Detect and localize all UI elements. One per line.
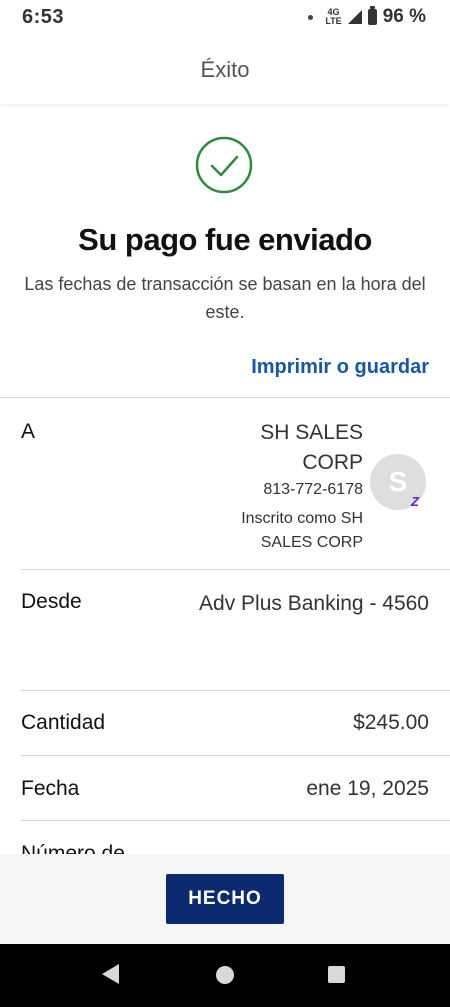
print-or-save-link[interactable]: Imprimir o guardar: [251, 356, 429, 379]
divider: [21, 820, 450, 821]
page-title: Éxito: [200, 57, 250, 82]
status-time: 6:53: [22, 6, 65, 28]
network-subtype: LTE: [325, 16, 342, 26]
amount-value: $245.00: [353, 711, 429, 734]
success-check-icon: [195, 136, 253, 194]
app-header: Éxito: [0, 36, 450, 104]
amount-label: Cantidad: [21, 711, 106, 734]
recipient-name: SH SALES CORP: [260, 421, 363, 474]
recent-apps-icon[interactable]: [328, 966, 345, 983]
confirmation-section: Su pago fue enviado Las fechas de transa…: [0, 104, 450, 396]
divider: [21, 569, 450, 570]
notification-dot-icon: [308, 14, 314, 20]
avatar-initial: S: [388, 466, 408, 497]
signal-icon: [347, 10, 362, 24]
date-value: ene 19, 2025: [306, 777, 429, 800]
confirmation-number-label: Número de: [21, 842, 125, 854]
system-navigation-bar: [0, 944, 450, 1007]
zelle-badge-icon: Z: [411, 494, 419, 509]
footer: HECHO: [0, 854, 450, 944]
from-account: Adv Plus Banking - 4560: [199, 592, 429, 615]
battery-icon: [367, 6, 377, 25]
battery-level: 96 %: [382, 6, 426, 27]
status-icons: 4G LTE 96 %: [308, 6, 426, 28]
divider: [0, 397, 450, 398]
recipient-enrolled-as: Inscrito como SH SALES CORP: [241, 510, 363, 551]
divider: [21, 690, 450, 691]
back-icon[interactable]: [102, 964, 119, 984]
to-label: A: [21, 420, 36, 443]
confirmation-headline: Su pago fue enviado: [78, 222, 372, 257]
status-bar: 6:53 4G LTE 96 %: [0, 0, 450, 36]
from-label: Desde: [21, 590, 82, 613]
divider: [21, 755, 450, 756]
home-icon[interactable]: [216, 966, 234, 984]
confirmation-subtext: Las fechas de transacción se basan en la…: [24, 274, 426, 322]
done-button[interactable]: HECHO: [166, 874, 284, 924]
recipient-phone: 813-772-6178: [263, 481, 363, 498]
network-indicator-icon: 4G LTE: [325, 8, 341, 26]
date-label: Fecha: [21, 777, 80, 800]
